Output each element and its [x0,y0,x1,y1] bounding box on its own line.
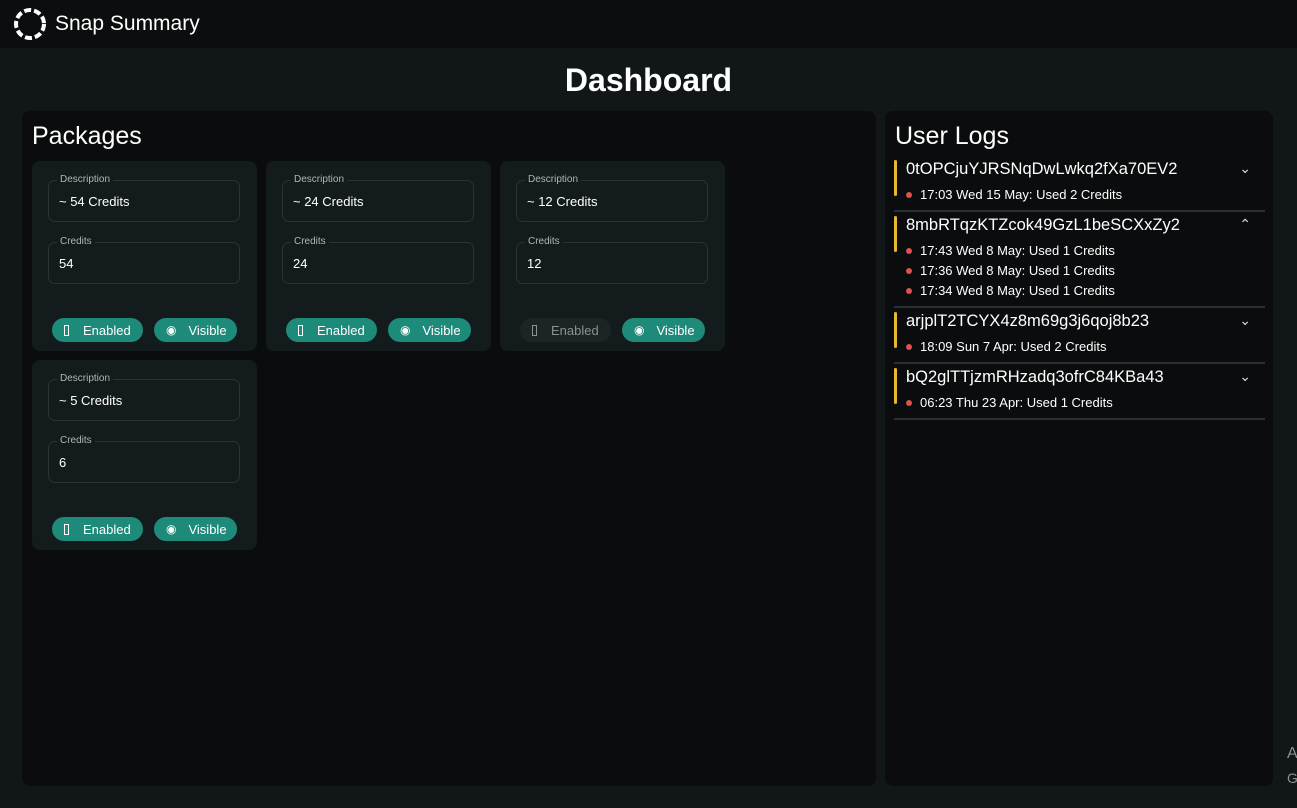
log-item: 17:34 Wed 8 May: Used 1 Credits [906,283,1115,298]
log-item: 06:23 Thu 23 Apr: Used 1 Credits [906,395,1113,410]
visible-toggle[interactable]: ◉ Visible [622,318,705,342]
log-text: 17:36 Wed 8 May: Used 1 Credits [920,263,1115,278]
eye-icon: ◉ [634,323,645,337]
packages-panel: Packages Description ~ 54 Credits Credits… [22,111,876,786]
credits-value: 54 [59,256,74,271]
log-text: 17:43 Wed 8 May: Used 1 Credits [920,243,1115,258]
bullet-dot-icon [906,287,912,294]
enabled-label: Enabled [551,322,599,338]
field-label: Credits [57,435,95,446]
field-label: Description [291,174,348,185]
user-logs-heading: User Logs [895,122,1009,150]
enabled-toggle[interactable]: Enabled [520,318,611,342]
visible-toggle[interactable]: ◉ Visible [388,318,471,342]
toggle-icon [64,324,69,336]
field-label: Description [57,174,114,185]
credits-field[interactable]: Credits 12 [516,236,708,284]
field-label: Credits [291,236,329,247]
package-card: Description ~ 5 Credits Credits 6 Enabled … [32,360,257,550]
description-field[interactable]: Description ~ 5 Credits [48,373,240,421]
credits-field[interactable]: Credits 24 [282,236,474,284]
log-entry: 0tOPCjuYJRSNqDwLwkq2fXa70EV2 ⌄ 17:03 Wed… [894,160,1265,212]
package-card: Description ~ 54 Credits Credits 54 Enable… [32,161,257,351]
aperture-icon [14,8,46,40]
visible-label: Visible [656,322,695,338]
visible-toggle[interactable]: ◉ Visible [154,318,237,342]
description-field[interactable]: Description ~ 54 Credits [48,174,240,222]
chevron-up-icon[interactable]: ⌃ [1239,216,1251,233]
chevron-down-icon[interactable]: ⌄ [1239,160,1251,177]
log-text: 17:34 Wed 8 May: Used 1 Credits [920,283,1115,298]
description-value: ~ 24 Credits [293,194,364,209]
log-text: 18:09 Sun 7 Apr: Used 2 Credits [920,339,1107,354]
enabled-toggle[interactable]: Enabled [52,517,143,541]
bullet-dot-icon [906,343,912,350]
credits-value: 6 [59,455,67,470]
visible-toggle[interactable]: ◉ Visible [154,517,237,541]
enabled-label: Enabled [83,521,131,537]
chevron-down-icon[interactable]: ⌄ [1239,312,1251,329]
toggle-icon [64,523,69,535]
field-label: Credits [525,236,563,247]
field-label: Credits [57,236,95,247]
field-label: Description [57,373,114,384]
credits-value: 24 [293,256,308,271]
log-entry: arjplT2TCYX4z8m69g3j6qoj8b23 ⌄ 18:09 Sun… [894,312,1265,364]
log-item: 17:43 Wed 8 May: Used 1 Credits [906,243,1115,258]
user-id: 0tOPCjuYJRSNqDwLwkq2fXa70EV2 [906,160,1178,178]
eye-icon: ◉ [400,323,411,337]
eye-icon: ◉ [166,323,177,337]
credits-field[interactable]: Credits 54 [48,236,240,284]
bullet-dot-icon [906,267,912,274]
log-accent-bar [894,368,897,404]
log-accent-bar [894,312,897,348]
user-id: arjplT2TCYX4z8m69g3j6qoj8b23 [906,312,1150,330]
enabled-toggle[interactable]: Enabled [286,318,377,342]
description-value: ~ 54 Credits [59,194,130,209]
visible-label: Visible [188,322,227,338]
page-title: Dashboard [564,62,733,98]
description-field[interactable]: Description ~ 24 Credits [282,174,474,222]
watermark-text: G [1287,770,1297,786]
log-accent-bar [894,216,897,252]
log-item: 17:03 Wed 15 May: Used 2 Credits [906,187,1122,202]
enabled-toggle[interactable]: Enabled [52,318,143,342]
app-title: Snap Summary [55,12,200,35]
log-accent-bar [894,160,897,196]
package-card: Description ~ 12 Credits Credits 12 Enable… [500,161,725,351]
description-value: ~ 12 Credits [527,194,598,209]
credits-field[interactable]: Credits 6 [48,435,240,483]
user-id: bQ2glTTjzmRHzadq3ofrC84KBa43 [906,368,1164,386]
field-label: Description [525,174,582,185]
watermark-text: A [1287,745,1297,762]
enabled-label: Enabled [317,322,365,338]
description-value: ~ 5 Credits [59,393,123,408]
toggle-icon [298,324,303,336]
log-item: 18:09 Sun 7 Apr: Used 2 Credits [906,339,1106,354]
description-field[interactable]: Description ~ 12 Credits [516,174,708,222]
user-id: 8mbRTqzKTZcok49GzL1beSCXxZy2 [906,216,1180,234]
log-item: 17:36 Wed 8 May: Used 1 Credits [906,263,1115,278]
credits-value: 12 [527,256,542,271]
visible-label: Visible [422,322,461,338]
bullet-dot-icon [906,399,912,406]
user-logs-panel: User Logs 0tOPCjuYJRSNqDwLwkq2fXa70EV2 ⌄… [885,111,1273,786]
eye-icon: ◉ [166,522,177,536]
log-text: 06:23 Thu 23 Apr: Used 1 Credits [920,395,1113,410]
package-card: Description ~ 24 Credits Credits 24 Enable… [266,161,491,351]
top-bar: Snap Summary [0,0,1297,48]
packages-heading: Packages [32,122,142,150]
log-entry: bQ2glTTjzmRHzadq3ofrC84KBa43 ⌄ 06:23 Thu… [894,368,1265,420]
log-entry: 8mbRTqzKTZcok49GzL1beSCXxZy2 ⌃ 17:43 Wed… [894,216,1265,308]
log-text: 17:03 Wed 15 May: Used 2 Credits [920,187,1123,202]
visible-label: Visible [188,521,227,537]
chevron-down-icon[interactable]: ⌄ [1239,368,1251,385]
toggle-icon [532,324,537,336]
enabled-label: Enabled [83,322,131,338]
bullet-dot-icon [906,191,912,198]
bullet-dot-icon [906,247,912,254]
